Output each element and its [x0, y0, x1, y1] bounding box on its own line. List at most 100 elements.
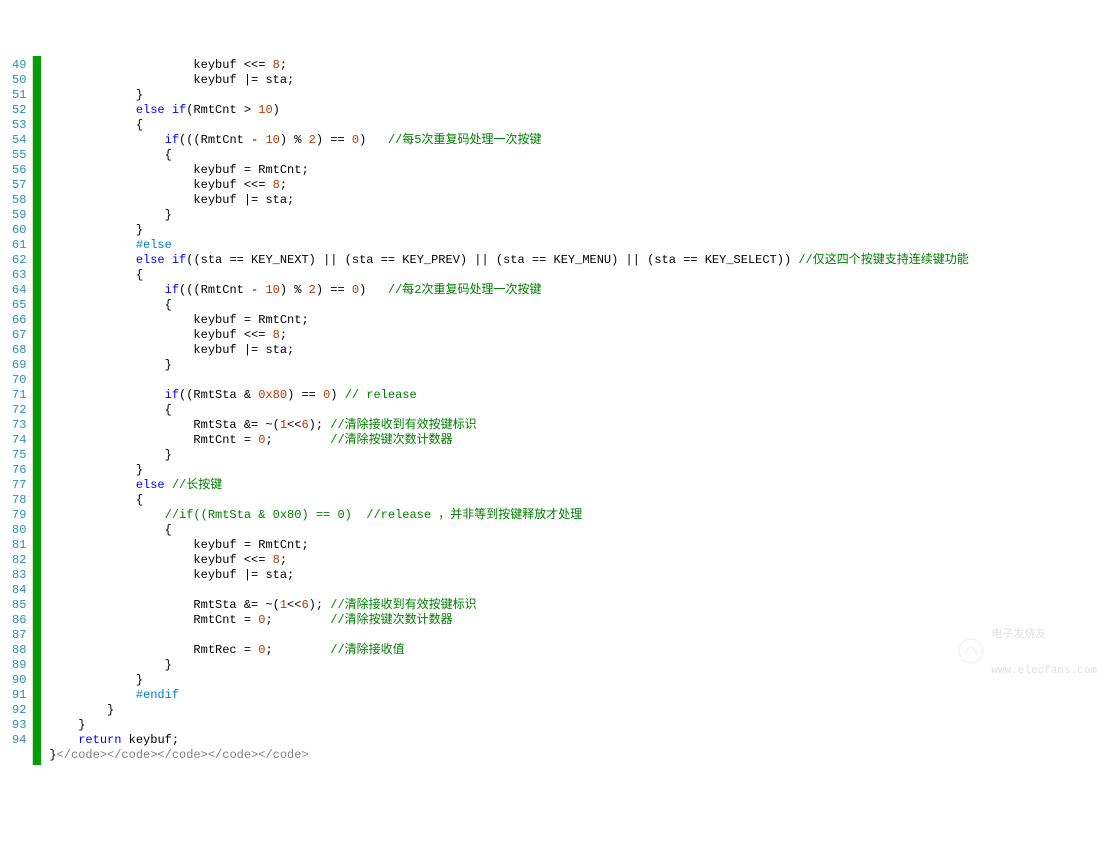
- code-line: [49, 373, 1107, 388]
- line-number: 93: [12, 718, 26, 733]
- line-number: 55: [12, 148, 26, 163]
- code-line: {: [49, 493, 1107, 508]
- line-number: 53: [12, 118, 26, 133]
- line-number: 64: [12, 283, 26, 298]
- watermark-title: 电子发烧友: [991, 625, 1097, 641]
- line-number: 83: [12, 568, 26, 583]
- line-number: 91: [12, 688, 26, 703]
- code-line: {: [49, 148, 1107, 163]
- code-line: {: [49, 298, 1107, 313]
- code-line: keybuf = RmtCnt;: [49, 313, 1107, 328]
- line-number: 79: [12, 508, 26, 523]
- code-line: keybuf <<= 8;: [49, 58, 1107, 73]
- code-line: RmtSta &= ~(1<<6); //清除接收到有效按键标识: [49, 598, 1107, 613]
- line-number: 67: [12, 328, 26, 343]
- code-line: }: [49, 88, 1107, 103]
- line-number: 66: [12, 313, 26, 328]
- line-number: 89: [12, 658, 26, 673]
- line-number: 56: [12, 163, 26, 178]
- code-line: if((RmtSta & 0x80) == 0) // release: [49, 388, 1107, 403]
- code-line: if(((RmtCnt - 10) % 2) == 0) //每2次重复码处理一…: [49, 283, 1107, 298]
- code-line: RmtCnt = 0; //清除按键次数计数器: [49, 613, 1107, 628]
- line-number: 61: [12, 238, 26, 253]
- line-number: 68: [12, 343, 26, 358]
- code-line: }: [49, 208, 1107, 223]
- code-line: {: [49, 403, 1107, 418]
- code-line: }: [49, 718, 1107, 733]
- line-number: 94: [12, 733, 26, 748]
- line-number: 69: [12, 358, 26, 373]
- line-number: 80: [12, 523, 26, 538]
- line-number-gutter: 4950515253545556575859606162636465666768…: [0, 56, 33, 765]
- line-number: 86: [12, 613, 26, 628]
- code-line: else //长按键: [49, 478, 1107, 493]
- line-number: 70: [12, 373, 26, 388]
- line-number: 87: [12, 628, 26, 643]
- code-line: {: [49, 268, 1107, 283]
- code-area: keybuf <<= 8; keybuf |= sta; } else if(R…: [41, 56, 1107, 765]
- line-number: 85: [12, 598, 26, 613]
- code-line: }: [49, 673, 1107, 688]
- line-number: 58: [12, 193, 26, 208]
- code-line: #endif: [49, 688, 1107, 703]
- code-line: keybuf |= sta;: [49, 343, 1107, 358]
- code-line: {: [49, 523, 1107, 538]
- code-line: //if((RmtSta & 0x80) == 0) //release ，并非…: [49, 508, 1107, 523]
- watermark-icon: [957, 637, 985, 665]
- change-margin: [33, 56, 41, 765]
- code-line: RmtCnt = 0; //清除按键次数计数器: [49, 433, 1107, 448]
- code-line: keybuf |= sta;: [49, 193, 1107, 208]
- code-line: }: [49, 448, 1107, 463]
- line-number: 62: [12, 253, 26, 268]
- code-line: else if((sta == KEY_NEXT) || (sta == KEY…: [49, 253, 1107, 268]
- line-number: 77: [12, 478, 26, 493]
- code-line: else if(RmtCnt > 10): [49, 103, 1107, 118]
- line-number: 57: [12, 178, 26, 193]
- code-line: keybuf |= sta;: [49, 73, 1107, 88]
- code-line: [49, 583, 1107, 598]
- line-number: 60: [12, 223, 26, 238]
- line-number: 71: [12, 388, 26, 403]
- line-number: 50: [12, 73, 26, 88]
- code-line: }: [49, 223, 1107, 238]
- line-number: 52: [12, 103, 26, 118]
- code-line: }: [49, 463, 1107, 478]
- code-line: RmtRec = 0; //清除接收值: [49, 643, 1107, 658]
- line-number: 84: [12, 583, 26, 598]
- line-number: [12, 748, 26, 763]
- line-number: 72: [12, 403, 26, 418]
- line-number: 73: [12, 418, 26, 433]
- line-number: 82: [12, 553, 26, 568]
- line-number: 88: [12, 643, 26, 658]
- code-line: {: [49, 118, 1107, 133]
- line-number: 78: [12, 493, 26, 508]
- line-number: 59: [12, 208, 26, 223]
- code-line: }: [49, 358, 1107, 373]
- code-line: RmtSta &= ~(1<<6); //清除接收到有效按键标识: [49, 418, 1107, 433]
- code-line: if(((RmtCnt - 10) % 2) == 0) //每5次重复码处理一…: [49, 133, 1107, 148]
- code-line: }: [49, 658, 1107, 673]
- code-viewer: 4950515253545556575859606162636465666768…: [0, 56, 1107, 765]
- code-line: [49, 628, 1107, 643]
- line-number: 54: [12, 133, 26, 148]
- code-line: }</code></code></code></code></code>: [49, 748, 1107, 763]
- watermark: 电子发烧友 www.elecfans.com: [957, 601, 1097, 701]
- line-number: 63: [12, 268, 26, 283]
- line-number: 74: [12, 433, 26, 448]
- code-line: #else: [49, 238, 1107, 253]
- code-line: keybuf <<= 8;: [49, 553, 1107, 568]
- code-line: keybuf = RmtCnt;: [49, 538, 1107, 553]
- code-line: return keybuf;: [49, 733, 1107, 748]
- line-number: 90: [12, 673, 26, 688]
- line-number: 51: [12, 88, 26, 103]
- line-number: 76: [12, 463, 26, 478]
- line-number: 81: [12, 538, 26, 553]
- code-line: keybuf = RmtCnt;: [49, 163, 1107, 178]
- line-number: 75: [12, 448, 26, 463]
- line-number: 49: [12, 58, 26, 73]
- code-line: keybuf |= sta;: [49, 568, 1107, 583]
- code-line: keybuf <<= 8;: [49, 178, 1107, 193]
- line-number: 65: [12, 298, 26, 313]
- code-line: keybuf <<= 8;: [49, 328, 1107, 343]
- watermark-url: www.elecfans.com: [991, 665, 1097, 677]
